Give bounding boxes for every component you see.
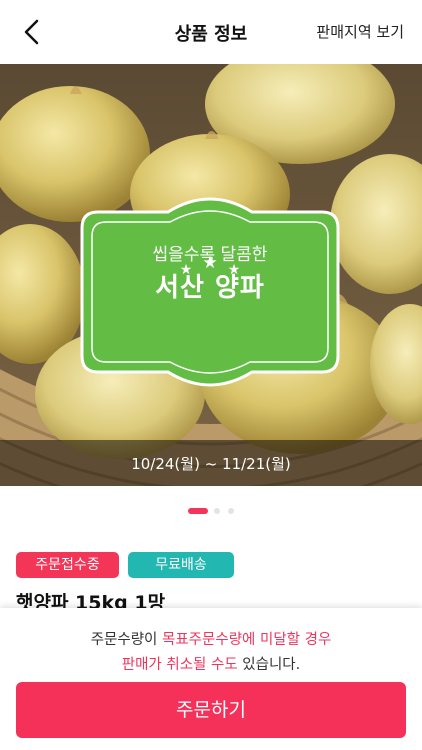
view-sales-region-link[interactable]: 판매지역 보기 — [316, 21, 404, 42]
carousel-dot[interactable] — [228, 508, 234, 514]
order-button[interactable]: 주문하기 — [16, 682, 406, 738]
top-bar: 상품 정보 판매지역 보기 — [0, 0, 422, 64]
sales-period: 10/24(월) ~ 11/21(월) — [131, 455, 291, 473]
carousel-indicator — [0, 508, 422, 516]
notice-text: 주문수량이 — [90, 632, 162, 648]
carousel-dot[interactable] — [214, 508, 220, 514]
order-panel: 주문수량이 목표주문수량에 미달할 경우 판매가 취소될 수도 있습니다. 주문… — [0, 608, 422, 750]
free-shipping-badge: 무료배송 — [128, 552, 234, 578]
product-image-carousel[interactable]: ★ ★ ★ 씹을수록 달콤한 서산 양파 10/24(월) ~ 11/21(월) — [0, 64, 422, 486]
notice-text: 있습니다. — [237, 657, 301, 673]
sales-period-bar: 10/24(월) ~ 11/21(월) — [0, 440, 422, 486]
badge-tagline: 씹을수록 달콤한 — [152, 245, 268, 265]
carousel-dot-active[interactable] — [188, 508, 208, 514]
order-notice: 주문수량이 목표주문수량에 미달할 경우 판매가 취소될 수도 있습니다. — [0, 628, 422, 678]
badge-title: 서산 양파 — [155, 273, 265, 303]
product-name: 햇양파 15kg 1망 — [16, 592, 166, 608]
notice-highlight: 목표주문수량에 미달할 경우 — [162, 632, 332, 648]
notice-highlight: 판매가 취소될 수도 — [121, 657, 238, 673]
order-status-badge: 주문접수중 — [16, 552, 119, 578]
